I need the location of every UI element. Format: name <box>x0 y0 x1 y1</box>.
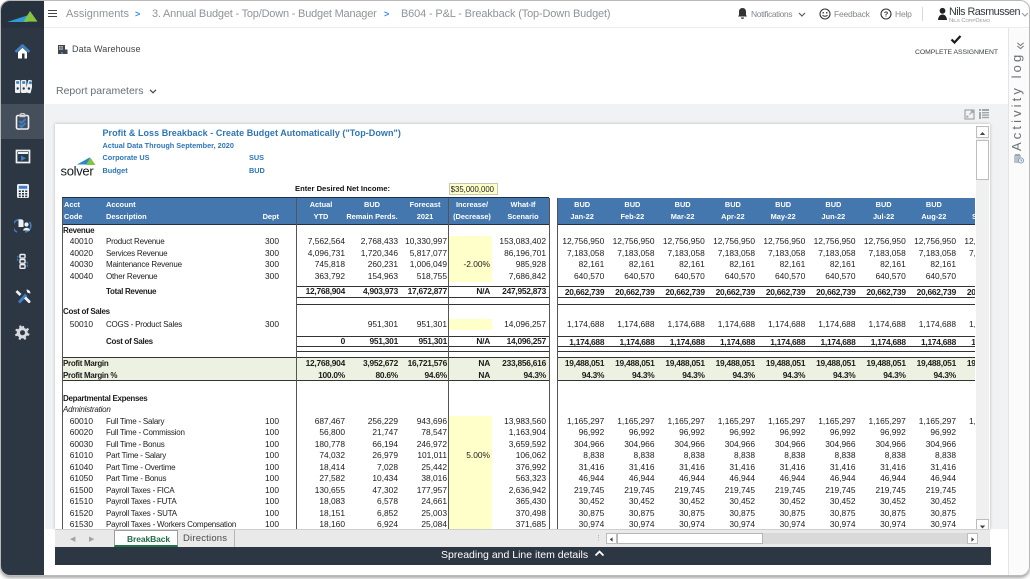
svg-text:solver: solver <box>61 164 95 178</box>
svg-text:?: ? <box>884 10 889 19</box>
